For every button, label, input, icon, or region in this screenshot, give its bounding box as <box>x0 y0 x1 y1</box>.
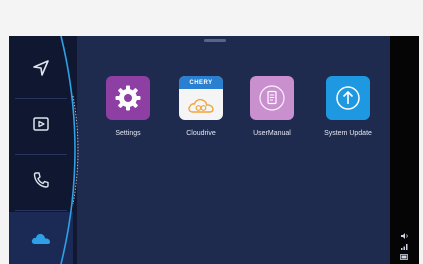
cloud-icon <box>31 233 50 244</box>
app-label: System Update <box>324 130 372 137</box>
app-label: UserManual <box>253 130 291 137</box>
navigation-arrow-icon <box>33 60 49 76</box>
sidebar <box>9 36 77 264</box>
cloudrive-app-icon: CHERY <box>179 76 223 120</box>
sidebar-item-media[interactable] <box>9 96 73 152</box>
chery-badge: CHERY <box>179 76 223 89</box>
app-label: Settings <box>115 130 141 137</box>
sidebar-item-cloud[interactable] <box>9 212 73 264</box>
volume-icon[interactable] <box>400 232 409 240</box>
home-screen: Settings CHERY Cloudrive UserManual Syst… <box>9 36 419 264</box>
sidebar-item-navigation[interactable] <box>9 40 73 96</box>
manual-book-icon <box>259 85 285 111</box>
gear-icon <box>115 85 141 111</box>
play-box-icon <box>33 117 49 131</box>
sidebar-divider <box>15 210 67 211</box>
signal-icon <box>401 244 408 250</box>
cloud-link-icon <box>188 98 214 113</box>
settings-app-icon <box>106 76 150 120</box>
upload-arrow-icon <box>336 86 360 110</box>
app-system-update[interactable]: System Update <box>303 76 393 146</box>
drag-handle[interactable] <box>204 39 226 42</box>
system-update-app-icon <box>326 76 370 120</box>
app-label: Cloudrive <box>186 130 216 137</box>
status-tray <box>390 36 419 264</box>
battery-icon <box>400 254 408 260</box>
usermanual-app-icon <box>250 76 294 120</box>
phone-icon <box>33 172 49 188</box>
sidebar-item-phone[interactable] <box>9 152 73 208</box>
